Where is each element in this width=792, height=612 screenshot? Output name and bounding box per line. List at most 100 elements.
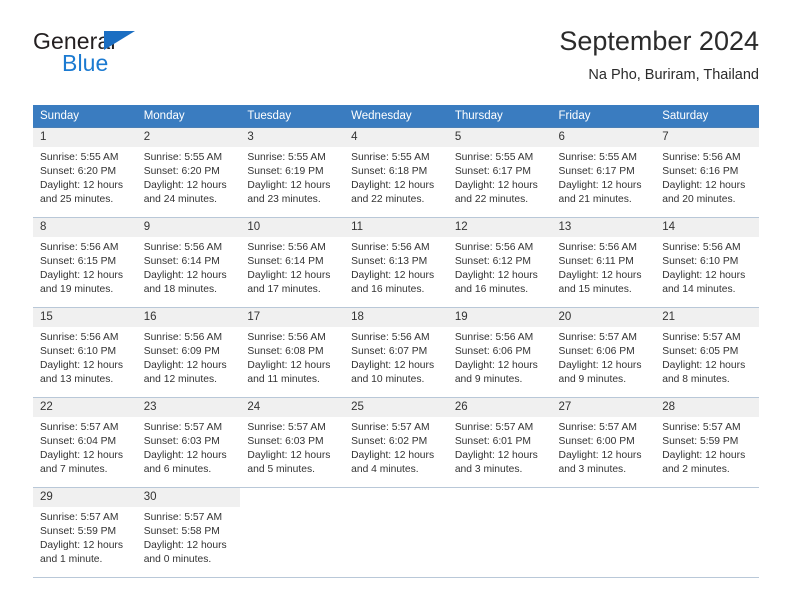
day-daylight-line: and 5 minutes. <box>247 464 315 475</box>
day-sunset-line: Sunset: 6:03 PM <box>143 436 220 447</box>
calendar-header-row: Sunday Monday Tuesday Wednesday Thursday Frid… <box>33 105 759 128</box>
day-cell-inner: 1 Sunrise: 5:55 AM Sunset: 6:20 PM Daylight… <box>33 128 137 217</box>
day-sunrise-line: Sunrise: 5:55 AM <box>558 152 637 163</box>
calendar-day-cell[interactable]: 22 Sunrise: 5:57 AM Sunset: 6:04 PM Dayligh… <box>33 397 137 488</box>
day-daylight-line: and 6 minutes. <box>143 464 212 475</box>
calendar-day-cell[interactable]: 25 Sunrise: 5:57 AM Sunset: 6:02 PM Dayligh… <box>344 397 448 488</box>
day-daylight-line: and 3 minutes. <box>558 464 627 475</box>
calendar-day-cell[interactable]: 14 Sunrise: 5:56 AM Sunset: 6:10 PM Dayligh… <box>655 217 759 308</box>
day-daylight-line: and 14 minutes. <box>662 284 736 295</box>
day-sunset-line: Sunset: 6:12 PM <box>454 256 531 267</box>
day-details: Sunrise: 5:57 AM Sunset: 5:58 PM Daylight:… <box>137 507 241 567</box>
day-cell-inner: 6 Sunrise: 5:55 AM Sunset: 6:17 PM Daylight… <box>551 128 656 217</box>
calendar-day-cell[interactable]: 11 Sunrise: 5:56 AM Sunset: 6:13 PM Dayligh… <box>344 217 448 308</box>
day-details: Sunrise: 5:57 AM Sunset: 5:59 PM Daylight:… <box>33 507 137 567</box>
calendar-day-cell[interactable]: 12 Sunrise: 5:56 AM Sunset: 6:12 PM Dayligh… <box>447 217 552 308</box>
day-daylight-line: and 25 minutes. <box>40 194 114 205</box>
calendar-day-cell[interactable]: 3 Sunrise: 5:55 AM Sunset: 6:19 PM Daylight… <box>240 127 345 218</box>
day-sunrise-line: Sunrise: 5:55 AM <box>40 152 119 163</box>
day-daylight-line: Daylight: 12 hours <box>143 180 227 191</box>
day-daylight-line: and 20 minutes. <box>662 194 736 205</box>
day-sunrise-line: Sunrise: 5:55 AM <box>454 152 534 163</box>
calendar-day-cell[interactable]: 20 Sunrise: 5:57 AM Sunset: 6:06 PM Dayligh… <box>551 307 656 398</box>
day-number: 12 <box>447 218 552 237</box>
day-daylight-line: and 15 minutes. <box>558 284 632 295</box>
day-sunrise-line: Sunrise: 5:57 AM <box>40 422 119 433</box>
calendar-day-cell[interactable]: 18 Sunrise: 5:56 AM Sunset: 6:07 PM Dayligh… <box>344 307 448 398</box>
calendar-day-cell[interactable]: 13 Sunrise: 5:56 AM Sunset: 6:11 PM Dayligh… <box>551 217 656 308</box>
day-number: 4 <box>344 128 448 147</box>
calendar-day-cell[interactable]: 29 Sunrise: 5:57 AM Sunset: 5:59 PM Dayligh… <box>33 487 137 578</box>
day-details: Sunrise: 5:57 AM Sunset: 5:59 PM Daylight:… <box>655 417 759 477</box>
page-header: General Blue September 2024 Na Pho, Buri… <box>33 26 759 96</box>
day-details: Sunrise: 5:57 AM Sunset: 6:01 PM Daylight:… <box>448 417 552 477</box>
calendar-day-cell[interactable]: 4 Sunrise: 5:55 AM Sunset: 6:18 PM Daylight… <box>344 127 448 218</box>
day-sunrise-line: Sunrise: 5:56 AM <box>351 332 430 343</box>
day-sunrise-line: Sunrise: 5:56 AM <box>351 242 430 253</box>
brand-logo[interactable]: General Blue <box>33 28 283 88</box>
calendar-day-cell[interactable]: 23 Sunrise: 5:57 AM Sunset: 6:03 PM Dayligh… <box>136 397 241 488</box>
day-cell-inner: 19 Sunrise: 5:56 AM Sunset: 6:06 PM Dayligh… <box>447 308 552 397</box>
day-details: Sunrise: 5:56 AM Sunset: 6:10 PM Daylight:… <box>33 327 137 387</box>
day-details: Sunrise: 5:56 AM Sunset: 6:14 PM Daylight:… <box>240 237 344 297</box>
day-daylight-line: and 9 minutes. <box>558 374 627 385</box>
calendar-day-cell[interactable]: 2 Sunrise: 5:55 AM Sunset: 6:20 PM Daylight… <box>136 127 241 218</box>
day-sunset-line: Sunset: 6:05 PM <box>662 346 739 357</box>
day-sunrise-line: Sunrise: 5:56 AM <box>662 242 741 253</box>
calendar-day-cell[interactable]: 1 Sunrise: 5:55 AM Sunset: 6:20 PM Daylight… <box>33 127 137 218</box>
day-sunrise-line: Sunrise: 5:57 AM <box>40 512 119 523</box>
day-sunset-line: Sunset: 6:15 PM <box>40 256 117 267</box>
calendar-day-cell[interactable]: 30 Sunrise: 5:57 AM Sunset: 5:58 PM Dayligh… <box>136 487 241 578</box>
day-number: 16 <box>136 308 241 327</box>
day-details: Sunrise: 5:56 AM Sunset: 6:08 PM Daylight:… <box>240 327 344 387</box>
calendar-day-cell[interactable]: 24 Sunrise: 5:57 AM Sunset: 6:03 PM Dayligh… <box>240 397 345 488</box>
calendar-day-cell[interactable]: 26 Sunrise: 5:57 AM Sunset: 6:01 PM Dayligh… <box>447 397 552 488</box>
calendar-day-cell[interactable]: 10 Sunrise: 5:56 AM Sunset: 6:14 PM Dayligh… <box>240 217 345 308</box>
day-daylight-line: Daylight: 12 hours <box>40 450 123 461</box>
day-daylight-line: and 0 minutes. <box>143 554 212 565</box>
calendar-day-cell[interactable]: 16 Sunrise: 5:56 AM Sunset: 6:09 PM Dayligh… <box>136 307 241 398</box>
day-daylight-line: Daylight: 12 hours <box>662 180 746 191</box>
day-daylight-line: and 22 minutes. <box>454 194 529 205</box>
day-daylight-line: and 22 minutes. <box>351 194 425 205</box>
calendar-day-cell[interactable]: 5 Sunrise: 5:55 AM Sunset: 6:17 PM Daylight… <box>447 127 552 218</box>
day-sunrise-line: Sunrise: 5:57 AM <box>558 332 637 343</box>
day-sunset-line: Sunset: 6:02 PM <box>351 436 428 447</box>
day-sunrise-line: Sunrise: 5:56 AM <box>143 242 223 253</box>
day-sunrise-line: Sunrise: 5:57 AM <box>351 422 430 433</box>
weekday-header-monday: Monday <box>136 105 241 128</box>
calendar-day-cell[interactable]: 28 Sunrise: 5:57 AM Sunset: 5:59 PM Dayligh… <box>655 397 759 488</box>
day-number: 5 <box>447 128 552 147</box>
day-sunset-line: Sunset: 6:09 PM <box>143 346 220 357</box>
calendar-day-cell[interactable]: 21 Sunrise: 5:57 AM Sunset: 6:05 PM Dayligh… <box>655 307 759 398</box>
day-sunrise-line: Sunrise: 5:57 AM <box>143 422 223 433</box>
day-daylight-line: Daylight: 12 hours <box>143 360 227 371</box>
day-daylight-line: Daylight: 12 hours <box>454 270 538 281</box>
day-cell-inner: 16 Sunrise: 5:56 AM Sunset: 6:09 PM Dayligh… <box>136 308 241 397</box>
day-daylight-line: Daylight: 12 hours <box>143 270 227 281</box>
day-daylight-line: Daylight: 12 hours <box>351 180 435 191</box>
day-cell-inner: 4 Sunrise: 5:55 AM Sunset: 6:18 PM Daylight… <box>344 128 448 217</box>
day-details: Sunrise: 5:55 AM Sunset: 6:20 PM Daylight:… <box>33 147 137 207</box>
calendar-day-cell[interactable]: 6 Sunrise: 5:55 AM Sunset: 6:17 PM Daylight… <box>551 127 656 218</box>
day-daylight-line: Daylight: 12 hours <box>247 450 331 461</box>
calendar-day-cell[interactable]: 27 Sunrise: 5:57 AM Sunset: 6:00 PM Dayligh… <box>551 397 656 488</box>
calendar-day-cell[interactable]: 15 Sunrise: 5:56 AM Sunset: 6:10 PM Dayligh… <box>33 307 137 398</box>
day-daylight-line: and 4 minutes. <box>351 464 419 475</box>
calendar-day-cell[interactable]: 17 Sunrise: 5:56 AM Sunset: 6:08 PM Dayligh… <box>240 307 345 398</box>
day-details: Sunrise: 5:56 AM Sunset: 6:07 PM Daylight:… <box>344 327 448 387</box>
day-cell-inner: 30 Sunrise: 5:57 AM Sunset: 5:58 PM Dayligh… <box>136 488 241 577</box>
day-cell-inner: 22 Sunrise: 5:57 AM Sunset: 6:04 PM Dayligh… <box>33 398 137 487</box>
day-sunset-line: Sunset: 5:59 PM <box>662 436 739 447</box>
day-daylight-line: and 10 minutes. <box>351 374 425 385</box>
calendar-day-cell[interactable]: 9 Sunrise: 5:56 AM Sunset: 6:14 PM Daylight… <box>136 217 241 308</box>
day-number: 8 <box>33 218 137 237</box>
calendar-body: 1 Sunrise: 5:55 AM Sunset: 6:20 PM Daylight… <box>33 127 759 578</box>
weekday-header-wednesday: Wednesday <box>344 105 448 128</box>
day-cell-inner: 23 Sunrise: 5:57 AM Sunset: 6:03 PM Dayligh… <box>136 398 241 487</box>
calendar-day-cell[interactable]: 8 Sunrise: 5:56 AM Sunset: 6:15 PM Daylight… <box>33 217 137 308</box>
calendar-day-cell[interactable]: 7 Sunrise: 5:56 AM Sunset: 6:16 PM Daylight… <box>655 127 759 218</box>
day-cell-inner <box>655 488 759 577</box>
calendar-day-cell[interactable]: 19 Sunrise: 5:56 AM Sunset: 6:06 PM Dayligh… <box>447 307 552 398</box>
day-daylight-line: Daylight: 12 hours <box>143 450 227 461</box>
